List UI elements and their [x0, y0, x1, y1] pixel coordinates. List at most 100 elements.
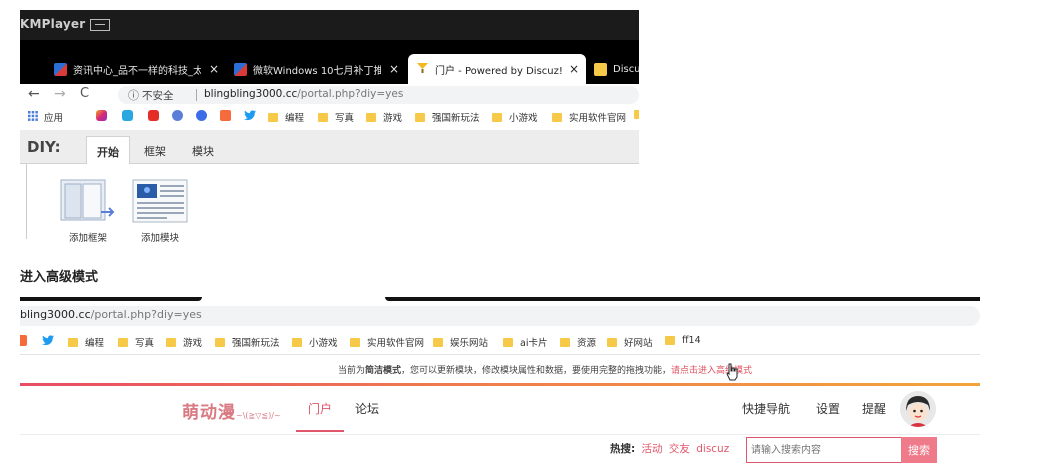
bilibili-icon[interactable]: [122, 110, 133, 121]
hot-link-social[interactable]: 交友: [669, 443, 690, 455]
site-logo[interactable]: 萌动漫~\(≧▽≦)/~: [182, 398, 281, 423]
instagram-icon[interactable]: [96, 110, 107, 121]
folder-icon: [318, 112, 328, 122]
twitter-icon[interactable]: [42, 335, 54, 346]
bookmark-folder[interactable]: 小游戏: [292, 335, 338, 349]
bookmark-folder[interactable]: 编程: [68, 335, 104, 349]
add-module-button[interactable]: 添加模块: [130, 178, 190, 244]
info-icon[interactable]: ⓘ: [128, 87, 139, 103]
minimize-icon[interactable]: [90, 19, 110, 31]
close-tab-icon[interactable]: ×: [209, 62, 219, 76]
search-input[interactable]: [746, 437, 902, 463]
bookmark-folder-overflow[interactable]: [634, 110, 639, 119]
bookmark-folder-label: ff14: [682, 335, 701, 346]
folder-icon: [433, 337, 443, 347]
nav-settings[interactable]: 设置: [816, 400, 840, 417]
url-input[interactable]: bling3000.cc/portal.php?diy=yes: [20, 306, 980, 326]
bookmark-folder-label: 资源: [577, 338, 597, 349]
bookmark-folder-label: 写真: [335, 113, 355, 124]
diy-panel: DIY: 开始 框架 模块 添加框架 添加模块: [20, 130, 639, 244]
add-frame-label: 添加框架: [68, 233, 107, 244]
tab-title: 资讯中心_品不一样的科技_太平: [73, 65, 201, 77]
folder-icon: [268, 112, 278, 122]
folder-icon: [366, 112, 376, 122]
bookmark-folder[interactable]: 实用软件官网: [552, 110, 626, 124]
tab-title: Discuz: [613, 63, 639, 75]
youtube-icon[interactable]: [148, 110, 159, 121]
tab-start[interactable]: 开始: [86, 136, 130, 164]
bookmark-folder-label: 好网站: [624, 338, 653, 349]
url-path: /portal.php?diy=yes: [297, 88, 404, 100]
site-header: 萌动漫~\(≧▽≦)/~ 门户 论坛 快捷导航 设置 提醒: [20, 386, 980, 434]
hot-search-label: 热搜:: [610, 443, 636, 455]
nav-forum[interactable]: 论坛: [355, 400, 379, 417]
avatar[interactable]: [900, 391, 936, 427]
bookmark-folder[interactable]: 写真: [118, 335, 154, 349]
bookmark-folder-label: 实用软件官网: [367, 338, 425, 349]
bookmark-folder[interactable]: ai卡片: [503, 335, 547, 349]
close-tab-icon[interactable]: ×: [569, 62, 579, 76]
reload-icon[interactable]: C: [80, 86, 89, 101]
logo-emote: ~\(≧▽≦)/~: [236, 411, 281, 420]
nav-quick-navigation[interactable]: 快捷导航: [742, 400, 790, 417]
active-nav-underline: [296, 430, 344, 432]
hot-link-activity[interactable]: 活动: [642, 443, 663, 455]
folder-icon: [215, 337, 225, 347]
browser-tab-strip: 资讯中心_品不一样的科技_太平 × 微软Windows 10七月补丁推送 × 门…: [20, 40, 639, 84]
game-icon[interactable]: [20, 335, 27, 346]
url-text: blingbling3000.cc/portal.php?diy=yes: [204, 88, 403, 100]
bookmark-folder[interactable]: 写真: [318, 110, 354, 124]
bookmarks-bar: 应用 编程 写真 游戏 强国新玩法 小游戏 实用软件官网: [20, 108, 639, 126]
browser-tab[interactable]: 资讯中心_品不一样的科技_太平 ×: [46, 56, 226, 82]
baidu-paw-icon[interactable]: [196, 110, 207, 121]
bookmark-folder[interactable]: 游戏: [366, 110, 402, 124]
kmplayer-title-bar: KMPlayer: [20, 10, 639, 40]
browser-tab[interactable]: 微软Windows 10七月补丁推送 ×: [226, 56, 406, 82]
browser-tab[interactable]: Discuz: [586, 56, 639, 82]
enter-advanced-mode-link[interactable]: 请点击进入高级模式: [671, 366, 752, 376]
divider: [26, 164, 27, 239]
url-host: bling3000.cc: [20, 308, 91, 321]
bookmark-folder[interactable]: 强国新玩法: [415, 110, 480, 124]
bookmark-folder[interactable]: ff14: [665, 335, 701, 346]
folder-icon: [607, 337, 617, 347]
bookmark-folder[interactable]: 资源: [560, 335, 596, 349]
search-button[interactable]: 搜索: [901, 437, 937, 463]
browser-tab-active[interactable]: 门户 - Powered by Discuz! ×: [408, 54, 586, 84]
bookmark-folder-label: 强国新玩法: [432, 113, 480, 124]
folder-icon: [634, 110, 639, 119]
bookmark-folder[interactable]: 小游戏: [492, 110, 538, 124]
divider: [20, 354, 980, 355]
game-icon[interactable]: [220, 110, 231, 121]
nav-reminders[interactable]: 提醒: [862, 400, 886, 417]
tab-title: 门户 - Powered by Discuz!: [435, 65, 563, 77]
diy-mode-notice: 当前为简洁模式，您可以更新模块，修改模块属性和数据，要使用完整的拖拽功能，请点击…: [20, 363, 980, 376]
apps-grid-icon: [28, 110, 38, 124]
tab-frame[interactable]: 框架: [134, 136, 176, 164]
security-label: 不安全: [142, 90, 174, 102]
url-text: bling3000.cc/portal.php?diy=yes: [20, 308, 202, 321]
weibo-icon[interactable]: [172, 110, 183, 121]
bookmark-folder[interactable]: 强国新玩法: [215, 335, 280, 349]
bookmark-folder[interactable]: 好网站: [607, 335, 653, 349]
add-frame-button[interactable]: 添加框架: [58, 178, 118, 244]
discuz-favicon-icon: [416, 61, 429, 77]
forward-icon[interactable]: →: [54, 86, 66, 102]
diy-toolbar: DIY: 开始 框架 模块: [20, 130, 639, 164]
url-input[interactable]: ⓘ 不安全 blingbling3000.cc/portal.php?diy=y…: [118, 86, 639, 104]
folder-icon: [68, 337, 78, 347]
bookmark-folder[interactable]: 娱乐网站: [433, 335, 488, 349]
bookmark-folder-label: 编程: [285, 113, 305, 124]
back-icon[interactable]: ←: [28, 86, 40, 102]
bookmark-folder-label: 小游戏: [309, 338, 338, 349]
tab-module[interactable]: 模块: [182, 136, 224, 164]
bookmark-folder[interactable]: 实用软件官网: [350, 335, 424, 349]
bookmark-folder[interactable]: 游戏: [166, 335, 202, 349]
bookmark-folder[interactable]: 编程: [268, 110, 304, 124]
close-tab-icon[interactable]: ×: [389, 62, 399, 76]
diy-tools-area: 添加框架 添加模块: [20, 164, 639, 244]
hot-link-discuz[interactable]: discuz: [696, 443, 729, 455]
twitter-icon[interactable]: [244, 110, 256, 121]
apps-button[interactable]: 应用: [28, 110, 63, 124]
nav-portal[interactable]: 门户: [308, 400, 332, 417]
